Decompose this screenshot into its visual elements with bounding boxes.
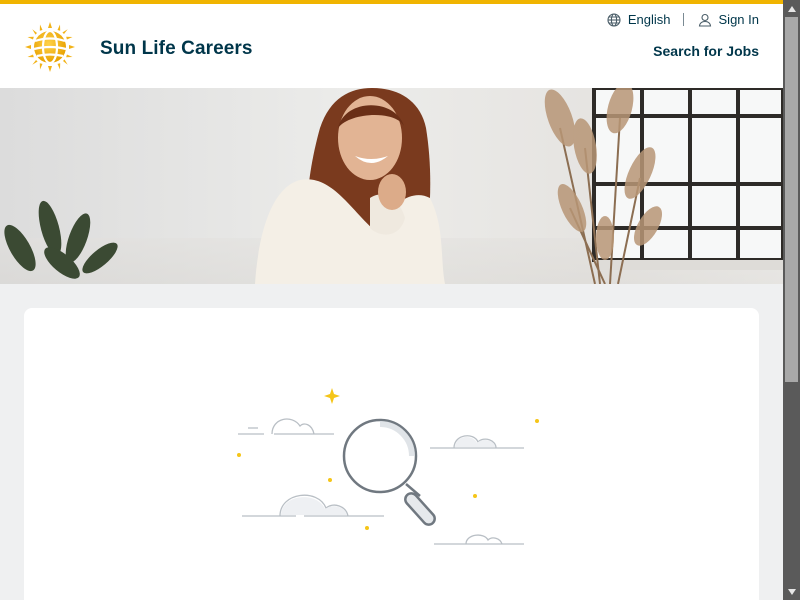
sign-in-link[interactable]: Sign In (698, 12, 759, 27)
content-card (24, 308, 759, 600)
page: Sun Life Careers English Sign In Search … (0, 0, 783, 600)
globe-icon (607, 12, 621, 27)
utility-nav: English Sign In (607, 12, 759, 27)
sign-in-label: Sign In (718, 12, 759, 27)
search-for-jobs-link[interactable]: Search for Jobs (653, 43, 759, 59)
hero-banner-image (0, 88, 783, 284)
scrollbar-thumb[interactable] (785, 17, 798, 382)
site-brand-title[interactable]: Sun Life Careers (100, 38, 253, 60)
vertical-scrollbar[interactable] (783, 0, 800, 600)
language-label: English (627, 12, 671, 27)
utility-divider (682, 13, 684, 26)
sun-logo-icon[interactable] (24, 21, 76, 73)
site-header: Sun Life Careers English Sign In Search … (0, 4, 783, 88)
scroll-down-arrow-icon[interactable] (783, 583, 800, 600)
language-selector[interactable]: English (607, 12, 671, 27)
magnifying-glass-icon (237, 388, 539, 545)
scroll-up-arrow-icon[interactable] (783, 0, 800, 17)
user-icon (698, 13, 711, 27)
